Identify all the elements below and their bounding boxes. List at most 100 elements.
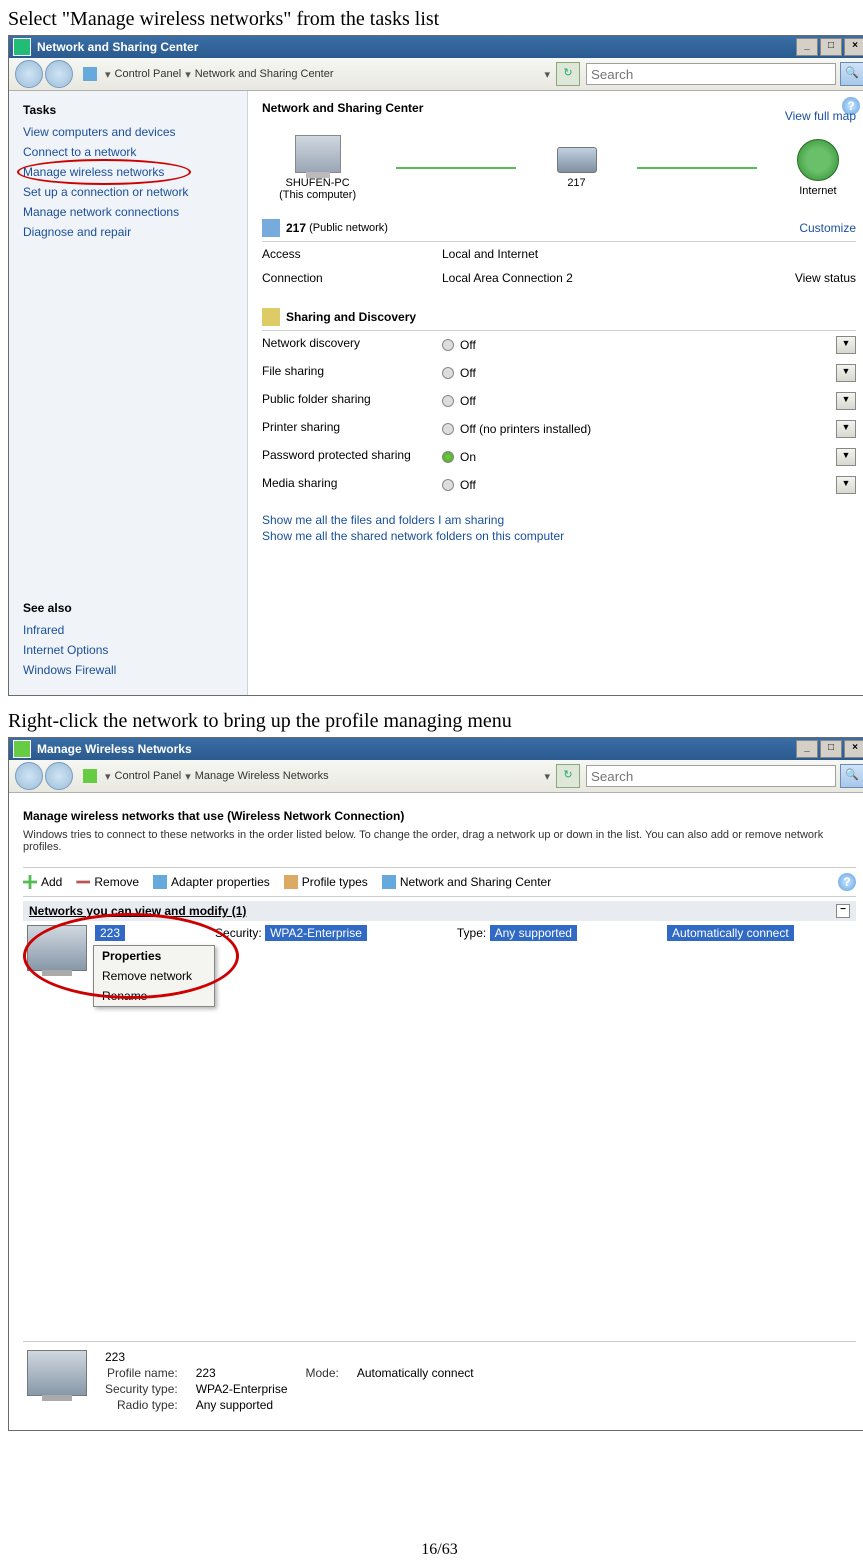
- view-full-map-link[interactable]: View full map: [785, 109, 856, 123]
- see-also-heading: See also: [23, 601, 116, 615]
- breadcrumb[interactable]: ▾ Control Panel ▾ Manage Wireless Networ…: [83, 769, 329, 783]
- group-label: Networks you can view and modify (1): [29, 904, 246, 918]
- map-connector: [637, 167, 757, 169]
- window-title: Network and Sharing Center: [37, 40, 198, 54]
- map-node-internet[interactable]: Internet: [797, 139, 839, 197]
- add-button[interactable]: Add: [23, 875, 62, 889]
- sharing-value: On: [442, 448, 682, 466]
- sharing-row: Network discovery Off ▼: [262, 331, 856, 359]
- breadcrumb[interactable]: ▾ Control Panel ▾ Network and Sharing Ce…: [83, 67, 334, 81]
- seealso-internet-options[interactable]: Internet Options: [23, 643, 116, 657]
- maximize-button[interactable]: □: [820, 740, 842, 758]
- node-label: SHUFEN-PC: [279, 177, 356, 189]
- sharing-label: Printer sharing: [262, 420, 442, 438]
- titlebar[interactable]: Network and Sharing Center _ □ ×: [9, 36, 863, 58]
- network-sharing-center-button[interactable]: Network and Sharing Center: [382, 875, 551, 889]
- tasks-heading: Tasks: [23, 103, 233, 117]
- titlebar[interactable]: Manage Wireless Networks _ □ ×: [9, 738, 863, 760]
- access-label: Access: [262, 247, 442, 261]
- tasks-sidebar: Tasks View computers and devices Connect…: [9, 91, 248, 695]
- security-value: WPA2-Enterprise: [265, 925, 367, 941]
- adapter-properties-button[interactable]: Adapter properties: [153, 875, 270, 889]
- customize-link[interactable]: Customize: [799, 221, 856, 235]
- network-name: 217: [286, 221, 306, 235]
- search-input[interactable]: [586, 765, 836, 787]
- map-node-router[interactable]: 217: [557, 147, 597, 189]
- back-button[interactable]: [15, 762, 43, 790]
- network-type: (Public network): [309, 222, 388, 234]
- expand-button[interactable]: ▼: [836, 364, 856, 382]
- location-icon: [83, 769, 97, 783]
- minimize-button[interactable]: _: [796, 38, 818, 56]
- forward-button[interactable]: [45, 60, 73, 88]
- collapse-button[interactable]: −: [836, 904, 850, 918]
- back-button[interactable]: [15, 60, 43, 88]
- node-label: 217: [557, 177, 597, 189]
- status-dot-icon: [442, 451, 454, 463]
- sharing-label: Network discovery: [262, 336, 442, 354]
- task-connect-network[interactable]: Connect to a network: [23, 145, 233, 159]
- minimize-button[interactable]: _: [796, 740, 818, 758]
- computer-icon: [295, 135, 341, 173]
- refresh-button[interactable]: ↻: [556, 62, 580, 86]
- crumb-current[interactable]: Network and Sharing Center: [195, 68, 334, 80]
- task-setup-connection[interactable]: Set up a connection or network: [23, 185, 233, 199]
- profile-types-button[interactable]: Profile types: [284, 875, 368, 889]
- nav-toolbar: ▾ Control Panel ▾ Manage Wireless Networ…: [9, 760, 863, 793]
- status-dot-icon: [442, 339, 454, 351]
- close-button[interactable]: ×: [844, 740, 863, 758]
- seealso-windows-firewall[interactable]: Windows Firewall: [23, 663, 116, 677]
- crumb-control-panel[interactable]: Control Panel: [115, 68, 182, 80]
- menu-remove-network[interactable]: Remove network: [94, 966, 214, 986]
- node-sublabel: (This computer): [279, 189, 356, 201]
- refresh-button[interactable]: ↻: [556, 764, 580, 788]
- group-header[interactable]: Networks you can view and modify (1) −: [23, 901, 856, 921]
- menu-rename[interactable]: Rename: [94, 986, 214, 1006]
- network-name-selected: 223: [95, 925, 125, 941]
- instruction-2: Right-click the network to bring up the …: [8, 710, 863, 733]
- map-node-this-pc[interactable]: SHUFEN-PC (This computer): [279, 135, 356, 201]
- task-manage-wireless[interactable]: Manage wireless networks: [23, 165, 233, 179]
- task-diagnose-repair[interactable]: Diagnose and repair: [23, 225, 233, 239]
- forward-button[interactable]: [45, 762, 73, 790]
- seealso-infrared[interactable]: Infrared: [23, 623, 116, 637]
- location-icon: [83, 67, 97, 81]
- adapter-icon: [153, 875, 167, 889]
- remove-button[interactable]: Remove: [76, 875, 139, 889]
- globe-icon: [797, 139, 839, 181]
- sharing-row: Public folder sharing Off ▼: [262, 387, 856, 415]
- search-button[interactable]: 🔍: [840, 62, 863, 86]
- search-input[interactable]: [586, 63, 836, 85]
- profile-icon: [284, 875, 298, 889]
- help-icon[interactable]: ?: [838, 873, 856, 891]
- instruction-1: Select "Manage wireless networks" from t…: [8, 8, 863, 31]
- map-connector: [396, 167, 516, 169]
- expand-button[interactable]: ▼: [836, 448, 856, 466]
- link-show-folders[interactable]: Show me all the shared network folders o…: [262, 529, 856, 543]
- menu-properties[interactable]: Properties: [94, 946, 214, 966]
- window-network-sharing-center: Network and Sharing Center _ □ × ▾ Contr…: [8, 35, 863, 696]
- expand-button[interactable]: ▼: [836, 336, 856, 354]
- app-icon: [13, 740, 31, 758]
- expand-button[interactable]: ▼: [836, 476, 856, 494]
- expand-button[interactable]: ▼: [836, 420, 856, 438]
- close-button[interactable]: ×: [844, 38, 863, 56]
- task-manage-connections[interactable]: Manage network connections: [23, 205, 233, 219]
- window-title: Manage Wireless Networks: [37, 742, 192, 756]
- crumb-control-panel[interactable]: Control Panel: [115, 770, 182, 782]
- task-view-computers[interactable]: View computers and devices: [23, 125, 233, 139]
- expand-button[interactable]: ▼: [836, 392, 856, 410]
- sharing-row: Printer sharing Off (no printers install…: [262, 415, 856, 443]
- minus-icon: [76, 875, 90, 889]
- detail-mode-label: Mode:: [306, 1366, 339, 1380]
- detail-name: 223: [105, 1350, 178, 1364]
- detail-radio-value: Any supported: [196, 1398, 288, 1412]
- status-dot-icon: [442, 423, 454, 435]
- view-status-link[interactable]: View status: [795, 271, 856, 285]
- maximize-button[interactable]: □: [820, 38, 842, 56]
- search-button[interactable]: 🔍: [840, 764, 863, 788]
- nav-toolbar: ▾ Control Panel ▾ Network and Sharing Ce…: [9, 58, 863, 91]
- crumb-current[interactable]: Manage Wireless Networks: [195, 770, 329, 782]
- network-map: SHUFEN-PC (This computer) 217 Internet: [262, 135, 856, 201]
- link-show-files[interactable]: Show me all the files and folders I am s…: [262, 513, 856, 527]
